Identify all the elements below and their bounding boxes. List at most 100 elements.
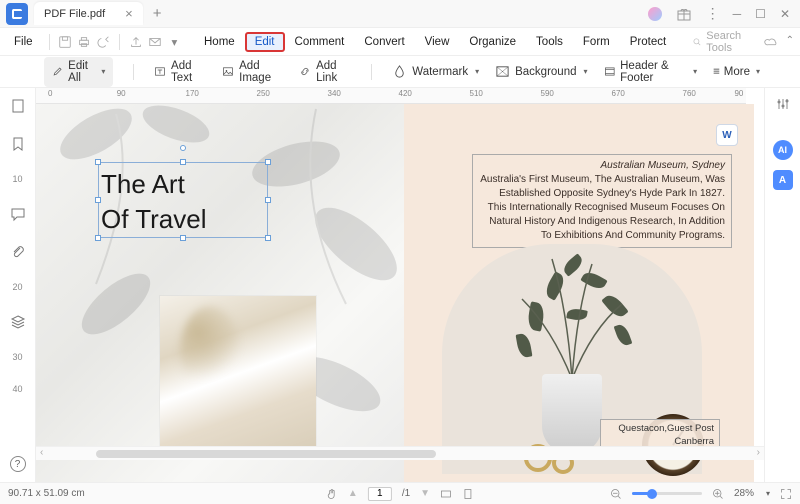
canvas[interactable]: 0 90 170 250 340 420 510 590 670 760 90: [36, 88, 764, 482]
background-icon: [495, 64, 510, 79]
resize-handle-w[interactable]: [95, 197, 101, 203]
a-badge[interactable]: A: [773, 170, 793, 190]
main-menu: Home Edit Comment Convert View Organize …: [194, 32, 676, 52]
zoom-out-icon[interactable]: [610, 488, 622, 500]
share-icon[interactable]: [128, 33, 143, 51]
resize-handle-e[interactable]: [265, 197, 271, 203]
info-heading: Australian Museum, Sydney: [479, 159, 725, 173]
add-image-button[interactable]: Add Image: [222, 60, 283, 84]
fullscreen-icon[interactable]: [780, 488, 792, 500]
scroll-left-icon[interactable]: ‹: [40, 447, 43, 458]
menu-protect[interactable]: Protect: [620, 32, 676, 52]
bookmarks-icon[interactable]: [10, 136, 26, 152]
resize-handle-se[interactable]: [265, 235, 271, 241]
zoom-slider[interactable]: [632, 492, 702, 495]
gift-icon[interactable]: [676, 6, 692, 22]
menu-tools[interactable]: Tools: [526, 32, 573, 52]
hand-tool-icon[interactable]: [326, 488, 338, 500]
resize-handle-nw[interactable]: [95, 159, 101, 165]
undo-icon[interactable]: [96, 33, 111, 51]
menubar: File ▾ Home Edit Comment Convert View Or…: [0, 28, 800, 56]
resize-handle-ne[interactable]: [265, 159, 271, 165]
print-icon[interactable]: [77, 33, 92, 51]
fit-width-icon[interactable]: [440, 488, 452, 500]
add-text-label: Add Text: [171, 60, 206, 84]
layers-icon[interactable]: [10, 314, 26, 330]
zoom-value: 28%: [734, 488, 754, 499]
background-button[interactable]: Background▾: [495, 64, 587, 79]
zoom-thumb[interactable]: [647, 489, 657, 499]
menu-view[interactable]: View: [415, 32, 460, 52]
zoom-in-icon[interactable]: [712, 488, 724, 500]
search-placeholder: Search Tools: [706, 30, 759, 54]
scroll-right-icon[interactable]: ›: [757, 447, 760, 458]
scrollbar-thumb[interactable]: [96, 450, 436, 458]
resize-handle-s[interactable]: [180, 235, 186, 241]
separator: [119, 34, 120, 50]
minimize-button[interactable]: ─: [733, 7, 742, 21]
search-tools[interactable]: Search Tools: [692, 30, 759, 54]
close-tab-icon[interactable]: ×: [125, 6, 133, 21]
add-link-label: Add Link: [316, 60, 351, 84]
separator: [49, 34, 50, 50]
title-text[interactable]: The Art Of Travel: [99, 163, 267, 241]
thumbnails-icon[interactable]: [10, 98, 26, 114]
dropdown-icon[interactable]: ▾: [167, 33, 182, 51]
ruler-mark: 0: [48, 89, 52, 98]
resize-handle-sw[interactable]: [95, 235, 101, 241]
comments-icon[interactable]: [10, 206, 26, 222]
add-link-button[interactable]: Add Link: [299, 60, 351, 84]
prev-page-icon[interactable]: ▲: [348, 488, 358, 499]
watermark-button[interactable]: Watermark▾: [392, 64, 479, 79]
workspace: 10 20 30 40 ? 0 90 170 250 340 420 510 5…: [0, 88, 800, 482]
edit-all-button[interactable]: Edit All▾: [44, 57, 113, 87]
horizontal-scrollbar[interactable]: ‹ ›: [36, 446, 764, 460]
ruler-mark: 90: [117, 89, 126, 98]
museum-info-box[interactable]: Australian Museum, Sydney Australia's Fi…: [472, 154, 732, 248]
ruler-mark: 760: [683, 89, 696, 98]
ruler-mark: 40: [12, 384, 22, 394]
document-page[interactable]: The Art Of Travel Australian Museum, Syd…: [36, 104, 764, 482]
ruler-mark: 250: [257, 89, 270, 98]
file-menu[interactable]: File: [6, 36, 41, 48]
add-text-button[interactable]: Add Text: [154, 60, 206, 84]
cursor-coords: 90.71 x 51.09 cm: [8, 488, 85, 499]
attachments-icon[interactable]: [10, 244, 26, 260]
more-button[interactable]: ≡ More▾: [713, 66, 760, 78]
header-footer-label: Header & Footer: [620, 60, 686, 84]
menu-comment[interactable]: Comment: [285, 32, 355, 52]
resize-handle-n[interactable]: [180, 159, 186, 165]
close-window-button[interactable]: ✕: [780, 7, 790, 21]
maximize-button[interactable]: ☐: [755, 7, 766, 21]
menu-convert[interactable]: Convert: [354, 32, 414, 52]
menu-edit[interactable]: Edit: [245, 32, 285, 52]
text-icon: [154, 64, 166, 79]
document-tab[interactable]: PDF File.pdf ×: [34, 2, 143, 25]
zoom-dropdown-icon[interactable]: ▾: [766, 489, 770, 498]
menu-organize[interactable]: Organize: [459, 32, 526, 52]
menu-home[interactable]: Home: [194, 32, 245, 52]
next-page-icon[interactable]: ▼: [420, 488, 430, 499]
word-export-badge[interactable]: W: [716, 124, 738, 146]
selected-text-box[interactable]: The Art Of Travel: [98, 162, 268, 238]
background-label: Background: [515, 66, 576, 78]
app-icon: [6, 3, 28, 25]
menu-form[interactable]: Form: [573, 32, 620, 52]
tab-title: PDF File.pdf: [44, 8, 105, 20]
sliders-icon[interactable]: [775, 96, 791, 112]
photo-flowers-left[interactable]: [160, 296, 316, 452]
kebab-menu-icon[interactable]: ⋮: [706, 5, 719, 22]
collapse-ribbon-icon[interactable]: ⌃: [786, 35, 794, 49]
fit-page-icon[interactable]: [462, 488, 474, 500]
ai-badge[interactable]: AI: [773, 140, 793, 160]
email-icon[interactable]: [147, 33, 162, 51]
save-icon[interactable]: [57, 33, 72, 51]
help-icon[interactable]: ?: [10, 456, 26, 472]
ruler-mark: 590: [541, 89, 554, 98]
header-footer-button[interactable]: Header & Footer▾: [604, 60, 698, 84]
theme-orb-icon[interactable]: [648, 7, 662, 21]
page-input[interactable]: [368, 487, 392, 501]
new-tab-button[interactable]: +: [153, 5, 162, 22]
rotate-handle[interactable]: [180, 145, 186, 151]
cloud-icon[interactable]: [764, 35, 778, 49]
